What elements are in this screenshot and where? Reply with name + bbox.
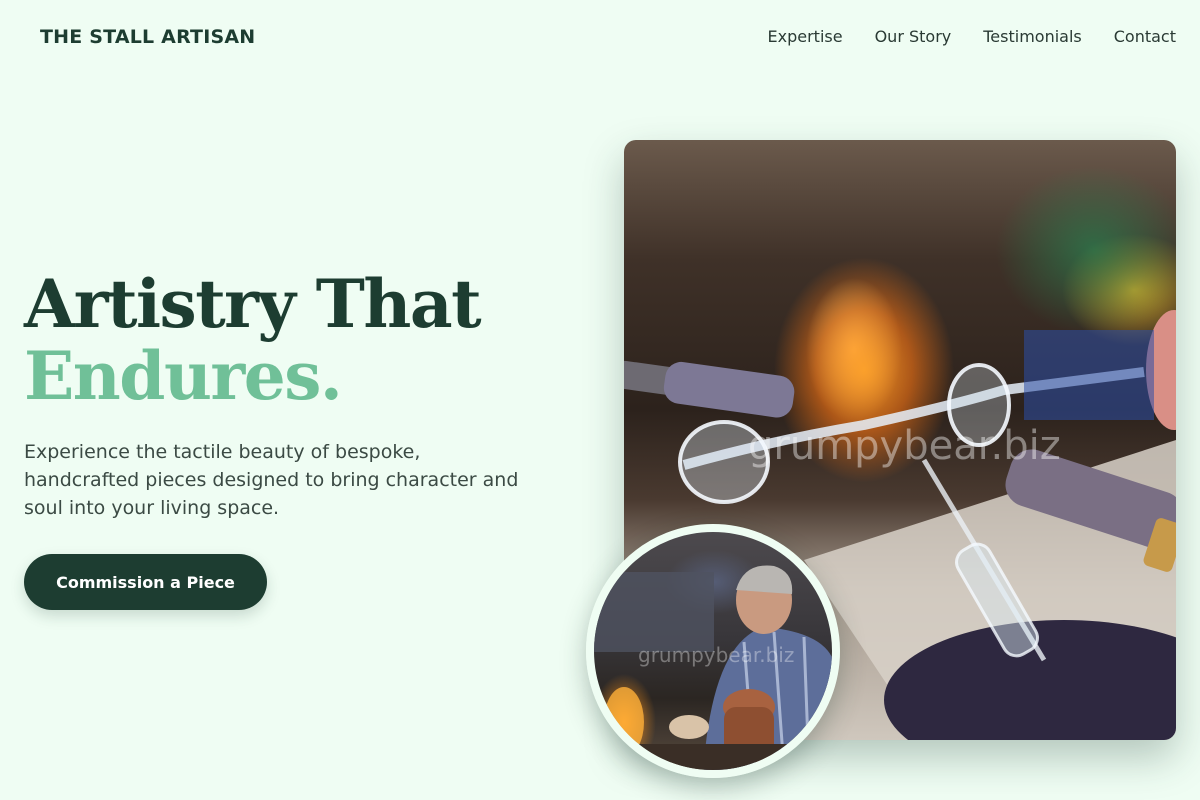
brand-logo[interactable]: THE STALL ARTISAN — [40, 26, 255, 48]
artisan-portrait-photo: grumpybear.biz — [586, 524, 840, 778]
main-nav: Expertise Our Story Testimonials Contact — [768, 27, 1176, 46]
hero-title-line2: Endures. — [24, 337, 343, 415]
watermark-text: grumpybear.biz — [748, 423, 1061, 469]
commission-button[interactable]: Commission a Piece — [24, 554, 267, 610]
watermark-text-small: grumpybear.biz — [638, 643, 795, 667]
hero-title: Artistry That Endures. — [24, 265, 482, 415]
nav-link-our-story[interactable]: Our Story — [875, 27, 952, 46]
nav-link-testimonials[interactable]: Testimonials — [983, 27, 1082, 46]
nav-link-contact[interactable]: Contact — [1114, 27, 1176, 46]
hero-description: Experience the tactile beauty of bespoke… — [24, 441, 519, 519]
nav-link-expertise[interactable]: Expertise — [768, 27, 843, 46]
hero-title-line1: Artistry That — [24, 265, 482, 343]
